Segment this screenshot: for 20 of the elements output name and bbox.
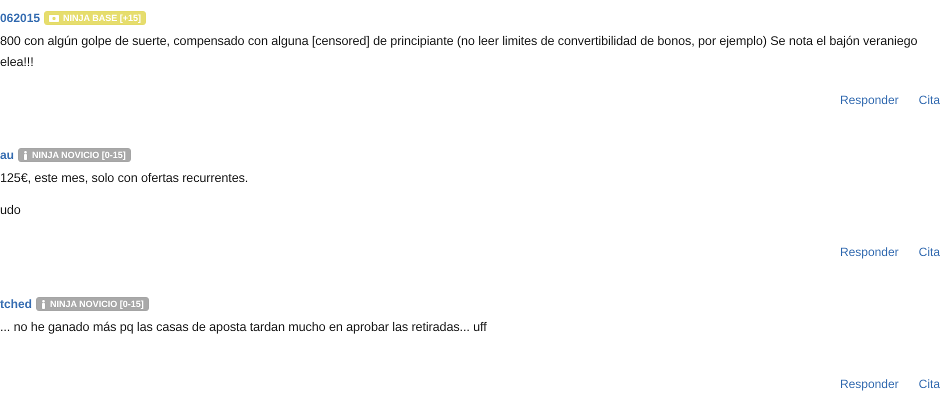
person-icon bbox=[41, 300, 46, 308]
post-text: elea!!! bbox=[0, 54, 35, 71]
post-text: udo bbox=[0, 202, 22, 219]
rank-badge: NINJA NOVICIO [0-15] bbox=[18, 148, 131, 162]
reply-link[interactable]: Responder bbox=[840, 377, 899, 391]
quote-link[interactable]: Cita bbox=[918, 93, 940, 107]
quote-link[interactable]: Cita bbox=[918, 245, 940, 259]
author-name[interactable]: tched bbox=[0, 297, 32, 311]
rank-badge: NINJA NOVICIO [0-15] bbox=[36, 297, 149, 311]
ticket-icon bbox=[49, 14, 60, 22]
rank-badge: NINJA BASE [+15] bbox=[44, 11, 146, 25]
author-name[interactable]: au bbox=[0, 148, 14, 162]
post-text: ... no he ganado más pq las casas de aposta tardan mucho en aprobar las retiradas... uff bbox=[0, 319, 488, 336]
person-icon bbox=[23, 150, 28, 160]
post-text: 800 con algún golpe de suerte, compensado con alguna [censored] de principiante (no leer limites de convertibilidad de bonos, por ejemplo) Se nota el bajón veraniego bbox=[0, 33, 918, 50]
reply-link[interactable]: Responder bbox=[840, 245, 899, 259]
quote-link[interactable]: Cita bbox=[918, 377, 940, 391]
post-text: 125€, este mes, solo con ofertas recurrentes. bbox=[0, 170, 250, 187]
reply-link[interactable]: Responder bbox=[840, 93, 899, 107]
author-name[interactable]: 062015 bbox=[0, 11, 40, 25]
